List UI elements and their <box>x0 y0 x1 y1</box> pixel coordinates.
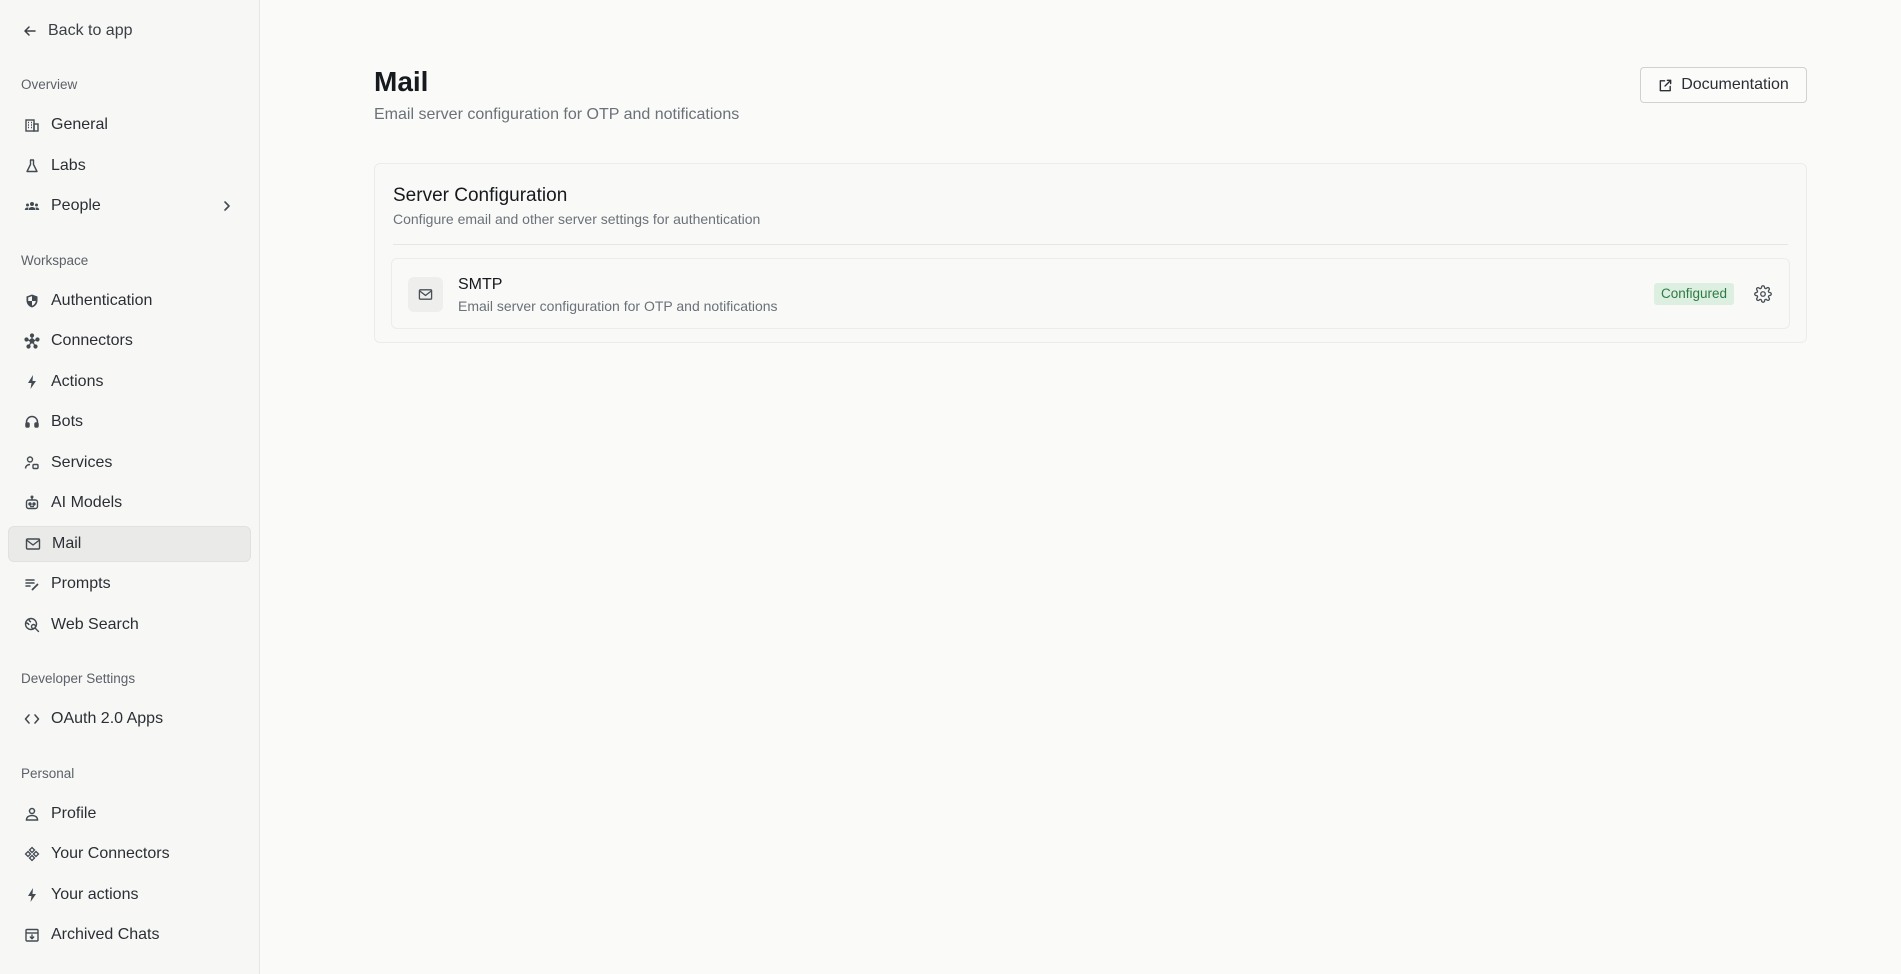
sidebar-item-your-connectors[interactable]: Your Connectors <box>8 836 251 872</box>
building-icon <box>23 116 41 134</box>
hub-icon <box>23 332 41 350</box>
sidebar-item-label: Services <box>51 454 113 471</box>
mail-icon <box>24 535 42 553</box>
sidebar-item-your-actions[interactable]: Your actions <box>8 877 251 913</box>
page-title: Mail <box>374 66 429 97</box>
people-icon <box>23 197 41 215</box>
back-to-app-link[interactable]: Back to app <box>22 19 133 43</box>
section-overview: Overview <box>21 77 78 92</box>
server-configuration-card: Server Configuration Configure email and… <box>374 163 1807 343</box>
sidebar-item-general[interactable]: General <box>8 107 251 143</box>
external-link-icon <box>1659 79 1672 91</box>
sidebar-item-label: General <box>51 116 108 133</box>
code-icon <box>23 710 41 728</box>
section-personal: Personal <box>21 766 75 781</box>
sidebar-item-label: Prompts <box>51 575 111 592</box>
sidebar-item-label: Mail <box>52 535 82 552</box>
page-subtitle: Email server configuration for OTP and n… <box>374 106 740 123</box>
headset-icon <box>23 413 41 431</box>
status-badge: Configured <box>1654 283 1735 305</box>
edit-note-icon <box>23 575 41 593</box>
sidebar-item-web-search[interactable]: Web Search <box>8 607 251 643</box>
sidebar-item-actions[interactable]: Actions <box>8 364 251 400</box>
sidebar-item-label: Bots <box>51 413 84 430</box>
back-to-app-label: Back to app <box>48 22 133 39</box>
smtp-settings-button[interactable] <box>1753 284 1773 304</box>
card-subtitle: Configure email and other server setting… <box>393 211 761 227</box>
archive-icon <box>23 926 41 944</box>
arrow-left-icon <box>24 26 36 36</box>
sidebar-item-label: Archived Chats <box>51 926 160 943</box>
sidebar-item-label: Connectors <box>51 332 133 349</box>
sidebar-item-label: Your actions <box>51 886 139 903</box>
sidebar-item-bots[interactable]: Bots <box>8 404 251 440</box>
sidebar-item-label: AI Models <box>51 494 123 511</box>
section-workspace: Workspace <box>21 253 89 268</box>
sidebar-item-label: Profile <box>51 805 97 822</box>
main-content: Mail Email server configuration for OTP … <box>261 0 1901 974</box>
sidebar-item-mail[interactable]: Mail <box>8 526 251 562</box>
robot-icon <box>23 494 41 512</box>
sidebar-item-people[interactable]: People <box>8 188 251 224</box>
sidebar: Back to app Overview General Labs People… <box>0 0 260 974</box>
sidebar-item-label: OAuth 2.0 Apps <box>51 710 164 727</box>
documentation-label: Documentation <box>1681 76 1789 93</box>
travel-explore-icon <box>23 616 41 634</box>
sidebar-item-label: Labs <box>51 157 86 174</box>
bolt-icon <box>23 373 41 391</box>
sidebar-item-label: Actions <box>51 373 104 390</box>
sidebar-item-oauth-apps[interactable]: OAuth 2.0 Apps <box>8 701 251 737</box>
mail-icon <box>408 277 443 312</box>
sidebar-item-label: Your Connectors <box>51 845 170 862</box>
card-title: Server Configuration <box>393 185 568 206</box>
chevron-right-icon <box>224 201 230 211</box>
person-icon <box>23 805 41 823</box>
divider <box>393 244 1788 245</box>
section-developer-settings: Developer Settings <box>21 671 136 686</box>
sidebar-item-label: People <box>51 197 101 214</box>
sidebar-item-ai-models[interactable]: AI Models <box>8 485 251 521</box>
smtp-row[interactable]: SMTP Email server configuration for OTP … <box>391 258 1790 329</box>
documentation-button[interactable]: Documentation <box>1640 67 1807 103</box>
sidebar-item-prompts[interactable]: Prompts <box>8 566 251 602</box>
gear-icon <box>1754 285 1772 303</box>
sidebar-item-authentication[interactable]: Authentication <box>8 283 251 319</box>
sidebar-item-archived-chats[interactable]: Archived Chats <box>8 917 251 953</box>
shield-icon <box>23 292 41 310</box>
sidebar-item-connectors[interactable]: Connectors <box>8 323 251 359</box>
flask-icon <box>23 157 41 175</box>
sidebar-item-label: Web Search <box>51 616 139 633</box>
sidebar-item-label: Authentication <box>51 292 153 309</box>
smtp-description: Email server configuration for OTP and n… <box>458 298 778 314</box>
bolt-icon <box>23 886 41 904</box>
services-icon <box>23 454 41 472</box>
sidebar-item-profile[interactable]: Profile <box>8 796 251 832</box>
diamond-network-icon <box>23 845 41 863</box>
smtp-title: SMTP <box>458 276 503 293</box>
sidebar-item-services[interactable]: Services <box>8 445 251 481</box>
sidebar-item-labs[interactable]: Labs <box>8 148 251 184</box>
